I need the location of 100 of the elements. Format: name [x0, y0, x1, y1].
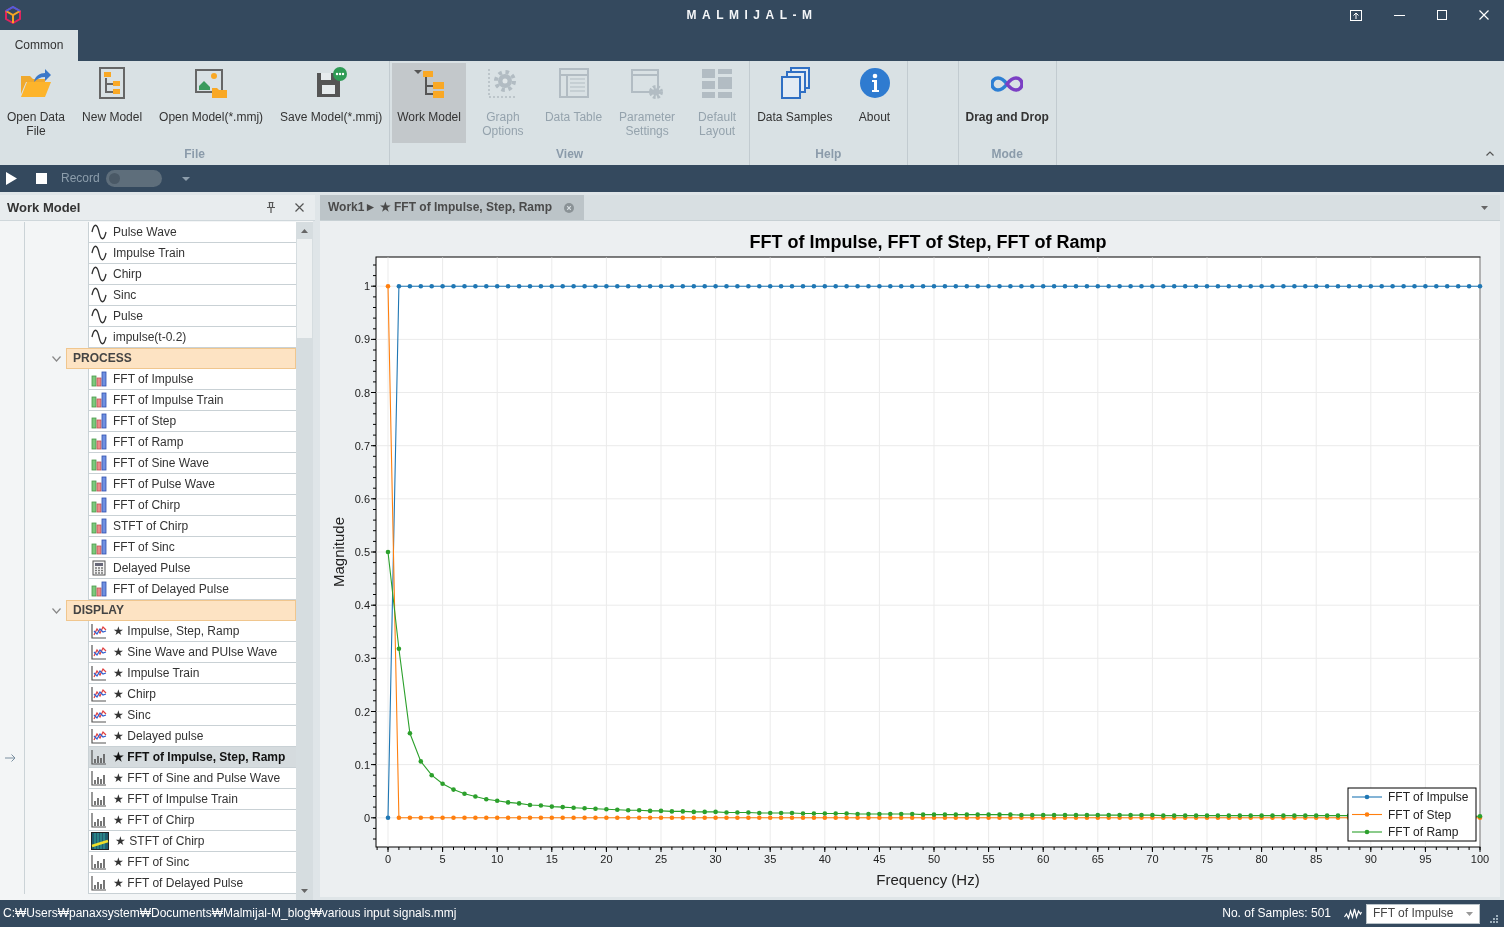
sample-count: No. of Samples: 501 [1222, 906, 1331, 921]
tree-item[interactable]: ★ FFT of Impulse Train [88, 789, 296, 810]
sine-wave-icon [91, 329, 107, 345]
axis-tick-label: 0.2 [354, 705, 370, 718]
line-chart-icon [91, 707, 107, 723]
ribbon-button[interactable]: New Model [77, 63, 148, 143]
tree-item[interactable]: FFT of Delayed Pulse [88, 579, 296, 600]
tree-item[interactable]: ★ Chirp [88, 684, 296, 705]
ribbon-button[interactable]: Data Samples [752, 63, 838, 143]
collapse-chevron-icon[interactable] [1486, 151, 1494, 156]
ribbon-button[interactable]: Open Model(*.mmj) [154, 63, 269, 143]
floppy-disk-icon [315, 67, 348, 99]
tree-item[interactable]: ★ Sine Wave and PUlse Wave [88, 642, 296, 663]
bar-chart-icon [91, 581, 107, 597]
tree-item[interactable]: ★ Delayed pulse [88, 726, 296, 747]
axis-tick-label: 65 [1091, 853, 1104, 865]
tree-item[interactable]: ★ Impulse, Step, Ramp [88, 621, 296, 642]
gear-icon [486, 67, 519, 99]
spectrogram-icon [91, 832, 109, 850]
axis-tick-label: 10 [491, 853, 504, 865]
axis-tick-label: 0 [363, 811, 370, 824]
record-label: Record [61, 171, 100, 186]
tree-item[interactable]: FFT of Ramp [88, 432, 296, 453]
maximize-icon[interactable] [1437, 10, 1447, 20]
chevron-icon[interactable] [52, 355, 61, 362]
scroll-up-icon[interactable] [301, 229, 308, 233]
minimize-icon[interactable] [1394, 14, 1405, 16]
tree-item[interactable]: Chirp [88, 264, 296, 285]
ribbon-button[interactable]: Open Data File [2, 63, 71, 143]
bar-chart-icon [91, 476, 107, 492]
axis-tick-label: 95 [1419, 853, 1432, 865]
tree-item[interactable]: ★ STFT of Chirp [88, 831, 296, 852]
tree-item[interactable]: ★ FFT of Impulse, Step, Ramp [88, 747, 296, 768]
scroll-down-icon[interactable] [301, 889, 308, 893]
tree-group-header[interactable]: DISPLAY [66, 600, 296, 621]
layout-grid-icon [701, 67, 734, 99]
record-toggle[interactable] [105, 170, 162, 187]
bar-chart-icon [91, 434, 107, 450]
chart-title: FFT of Impulse, FFT of Step, FFT of Ramp [749, 232, 1107, 252]
tree-item[interactable]: ★ FFT of Sine and Pulse Wave [88, 768, 296, 789]
scrollbar[interactable] [296, 222, 313, 900]
axis-tick-label: 45 [873, 853, 886, 865]
axis-tick-label: 15 [545, 853, 558, 865]
axis-tick-label: 0.1 [354, 758, 370, 771]
sine-wave-icon [91, 266, 107, 282]
resize-grip-icon[interactable] [1490, 914, 1498, 923]
pin-icon[interactable] [267, 202, 275, 213]
dropdown-caret-icon[interactable] [1481, 205, 1488, 210]
tree-group-header[interactable]: PROCESS [66, 348, 296, 369]
ribbon-button[interactable]: About [844, 63, 905, 143]
dropdown-caret-icon[interactable] [181, 176, 190, 181]
tree-item[interactable]: Pulse Wave [88, 222, 296, 243]
tree-item[interactable]: impulse(t-0.2) [88, 327, 296, 348]
axis-tick-label: 0.9 [354, 333, 370, 346]
axis-tick-label: 50 [927, 853, 941, 865]
folder-arrow-icon [20, 67, 52, 99]
tree-item[interactable]: Delayed Pulse [88, 558, 296, 579]
tree-item[interactable]: Impulse Train [88, 243, 296, 264]
axis-tick-label: 75 [1200, 853, 1214, 865]
bar-chart-icon [91, 812, 107, 828]
tree-item[interactable]: ★ FFT of Sinc [88, 852, 296, 873]
tree-item[interactable]: ★ Impulse Train [88, 663, 296, 684]
tree-item[interactable]: ★ FFT of Chirp [88, 810, 296, 831]
chevron-icon[interactable] [52, 607, 61, 614]
ribbon-button[interactable]: Drag and Drop [960, 63, 1054, 143]
tree-item[interactable]: Pulse [88, 306, 296, 327]
close-icon[interactable] [295, 203, 304, 212]
bar-chart-icon [91, 791, 107, 807]
ribbon-tab[interactable]: Common [0, 30, 78, 61]
play-icon[interactable] [6, 172, 17, 185]
axis-tick-label: 40 [818, 853, 831, 865]
tree-item[interactable]: FFT of Impulse Train [88, 390, 296, 411]
axis-tick-label: 35 [764, 853, 777, 865]
ribbon-button[interactable]: Save Model(*.mmj) [275, 63, 388, 143]
axis-tick-label: 80 [1255, 853, 1268, 865]
tree-item[interactable]: FFT of Sine Wave [88, 453, 296, 474]
group-label: View [555, 146, 585, 163]
bar-chart-icon [91, 539, 107, 555]
axis-tick-label: 0.7 [354, 439, 370, 452]
document-tab[interactable]: Work1► ★ FFT of Impulse, Step, Ramp [320, 195, 584, 220]
ribbon-button[interactable]: Work Model [392, 63, 466, 143]
tree-item[interactable]: STFT of Chirp [88, 516, 296, 537]
tree-item[interactable]: FFT of Sinc [88, 537, 296, 558]
tree-item[interactable]: FFT of Chirp [88, 495, 296, 516]
series-dropdown[interactable]: FFT of Impulse [1366, 903, 1480, 924]
legend-label: FFT of Impulse [1388, 790, 1469, 804]
tree-item[interactable]: Sinc [88, 285, 296, 306]
axis-tick-label: 0 [384, 853, 392, 865]
line-chart-icon [91, 665, 107, 681]
bar-chart-icon [91, 497, 107, 513]
tree-item[interactable]: ★ Sinc [88, 705, 296, 726]
axis-tick-label: 0.4 [354, 599, 370, 612]
tree-item[interactable]: FFT of Step [88, 411, 296, 432]
tree-item[interactable]: FFT of Impulse [88, 369, 296, 390]
legend-label: FFT of Ramp [1388, 825, 1459, 839]
panel-arrow-icon[interactable] [1350, 9, 1362, 21]
tree-item[interactable]: ★ FFT of Delayed Pulse [88, 873, 296, 894]
scrollbar-thumb[interactable] [297, 239, 312, 338]
tree-item[interactable]: FFT of Pulse Wave [88, 474, 296, 495]
stacked-pages-icon [778, 67, 811, 99]
